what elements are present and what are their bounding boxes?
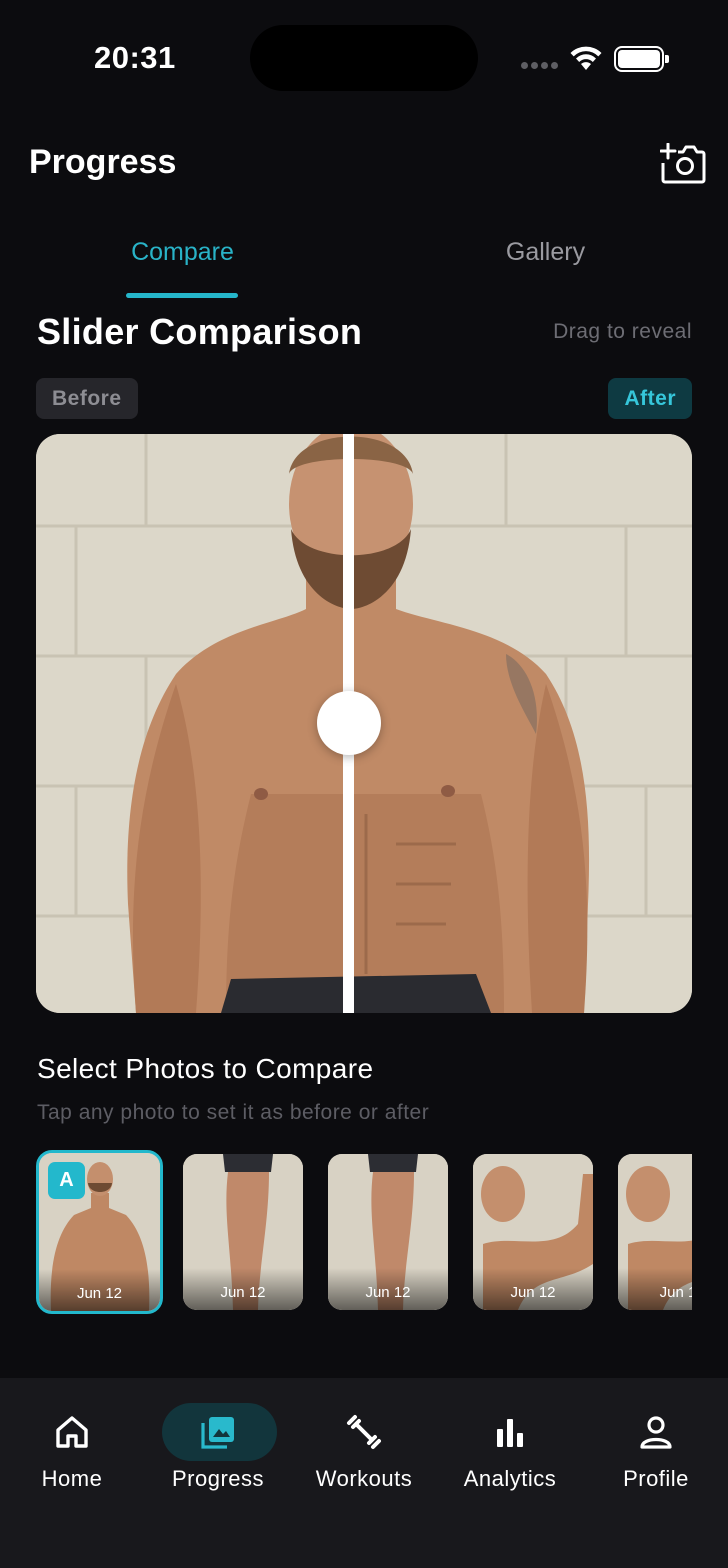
comparison-viewer[interactable]: [36, 434, 692, 1013]
section-title: Slider Comparison: [37, 311, 363, 352]
battery-icon: [614, 46, 669, 72]
nav-profile[interactable]: Profile: [584, 1378, 728, 1508]
nav-label: Analytics: [463, 1466, 557, 1491]
dynamic-island: [250, 25, 478, 91]
photo-date: Jun 12: [220, 1284, 266, 1301]
page-title: Progress: [29, 143, 177, 181]
photo-date: Jun 1: [659, 1284, 692, 1301]
nav-home[interactable]: Home: [0, 1378, 144, 1508]
nav-label: Home: [41, 1466, 103, 1491]
nav-label: Profile: [623, 1466, 689, 1491]
photo-thumbnail[interactable]: Jun 12: [183, 1154, 303, 1310]
signal-icon: [521, 62, 558, 69]
tab-gallery[interactable]: Gallery: [463, 238, 628, 267]
photo-icon: [201, 1417, 234, 1449]
slider-handle[interactable]: [317, 691, 381, 755]
select-photos-subtitle: Tap any photo to set it as before or aft…: [37, 1101, 430, 1124]
nav-analytics[interactable]: Analytics: [438, 1378, 582, 1508]
nav-workouts[interactable]: Workouts: [292, 1378, 436, 1508]
person-icon: [640, 1416, 672, 1449]
bottom-tab-bar: Home Progress Workouts Analytics Profile: [0, 1378, 728, 1568]
photo-date: Jun 12: [365, 1284, 411, 1301]
nav-label: Progress: [171, 1466, 265, 1491]
bar-chart-icon: [497, 1419, 523, 1447]
status-time: 20:31: [94, 40, 176, 75]
active-tab-indicator: [126, 293, 238, 298]
drag-hint: Drag to reveal: [553, 320, 692, 343]
camera-plus-icon[interactable]: [660, 143, 706, 185]
before-badge: A: [48, 1162, 85, 1199]
photo-thumbnail[interactable]: Jun 12: [473, 1154, 593, 1310]
select-photos-title: Select Photos to Compare: [37, 1053, 374, 1084]
photo-date: Jun 12: [510, 1284, 556, 1301]
photo-date: Jun 12: [76, 1285, 123, 1302]
nav-progress[interactable]: Progress: [146, 1378, 290, 1508]
photo-thumbnail[interactable]: Jun 1: [618, 1154, 692, 1310]
dumbbell-icon: [347, 1415, 381, 1449]
photo-thumbnail[interactable]: Jun 12: [328, 1154, 448, 1310]
photo-strip[interactable]: A Jun 12 Jun 12 Jun 12 Jun 12 Jun: [36, 1150, 692, 1316]
tab-compare[interactable]: Compare: [100, 238, 265, 267]
after-chip[interactable]: After: [608, 378, 692, 419]
photo-thumbnail[interactable]: A Jun 12: [36, 1150, 163, 1314]
wifi-icon: [570, 46, 602, 70]
nav-label: Workouts: [315, 1466, 413, 1491]
home-icon: [56, 1416, 88, 1448]
before-chip[interactable]: Before: [36, 378, 138, 419]
